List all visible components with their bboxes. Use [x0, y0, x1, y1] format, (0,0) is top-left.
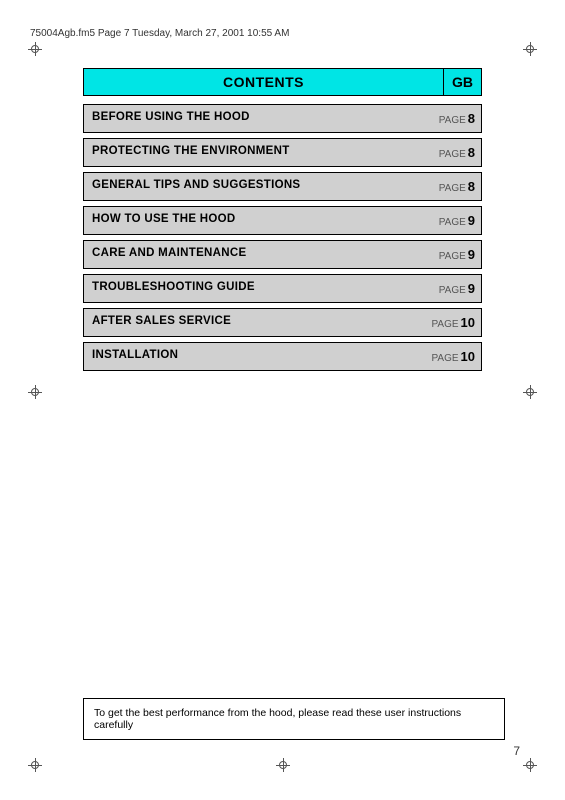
toc-page-3: PAGE8	[413, 173, 481, 200]
toc-row: INSTALLATION PAGE10	[83, 342, 482, 371]
toc-label-7: AFTER SALES SERVICE	[84, 309, 413, 336]
crosshair-mid-right	[523, 385, 537, 399]
toc-label-1: BEFORE USING THE HOOD	[84, 105, 413, 132]
toc-label-8: INSTALLATION	[84, 343, 413, 370]
page-container: 75004Agb.fm5 Page 7 Tuesday, March 27, 2…	[0, 0, 565, 800]
toc-label-4: HOW TO USE THE HOOD	[84, 207, 413, 234]
page-number: 7	[513, 744, 520, 758]
bottom-notice-text: To get the best performance from the hoo…	[94, 707, 461, 731]
toc-row: CARE AND MAINTENANCE PAGE9	[83, 240, 482, 269]
toc-page-1: PAGE8	[413, 105, 481, 132]
header-line: 75004Agb.fm5 Page 7 Tuesday, March 27, 2…	[30, 28, 535, 39]
contents-title: CONTENTS	[83, 68, 443, 96]
toc-row: AFTER SALES SERVICE PAGE10	[83, 308, 482, 337]
toc-page-7: PAGE10	[413, 309, 481, 336]
contents-header: CONTENTS GB	[83, 68, 482, 96]
toc-page-2: PAGE8	[413, 139, 481, 166]
toc-label-3: GENERAL TIPS AND SUGGESTIONS	[84, 173, 413, 200]
contents-gb: GB	[443, 68, 482, 96]
crosshair-bot-left	[28, 758, 42, 772]
crosshair-mid-left	[28, 385, 42, 399]
toc-row: HOW TO USE THE HOOD PAGE9	[83, 206, 482, 235]
toc-row: PROTECTING THE ENVIRONMENT PAGE8	[83, 138, 482, 167]
header-text: 75004Agb.fm5 Page 7 Tuesday, March 27, 2…	[30, 28, 289, 39]
toc-page-5: PAGE9	[413, 241, 481, 268]
crosshair-top-right	[523, 42, 537, 56]
toc-label-6: TROUBLESHOOTING GUIDE	[84, 275, 413, 302]
crosshair-top-left	[28, 42, 42, 56]
crosshair-bot-mid	[276, 758, 290, 772]
toc-label-2: PROTECTING THE ENVIRONMENT	[84, 139, 413, 166]
main-content: CONTENTS GB BEFORE USING THE HOOD PAGE8 …	[83, 68, 482, 376]
toc-page-6: PAGE9	[413, 275, 481, 302]
toc-row: TROUBLESHOOTING GUIDE PAGE9	[83, 274, 482, 303]
toc-page-8: PAGE10	[413, 343, 481, 370]
bottom-notice: To get the best performance from the hoo…	[83, 698, 505, 740]
crosshair-bot-right	[523, 758, 537, 772]
toc-row: BEFORE USING THE HOOD PAGE8	[83, 104, 482, 133]
toc-row: GENERAL TIPS AND SUGGESTIONS PAGE8	[83, 172, 482, 201]
toc-page-4: PAGE9	[413, 207, 481, 234]
toc-label-5: CARE AND MAINTENANCE	[84, 241, 413, 268]
